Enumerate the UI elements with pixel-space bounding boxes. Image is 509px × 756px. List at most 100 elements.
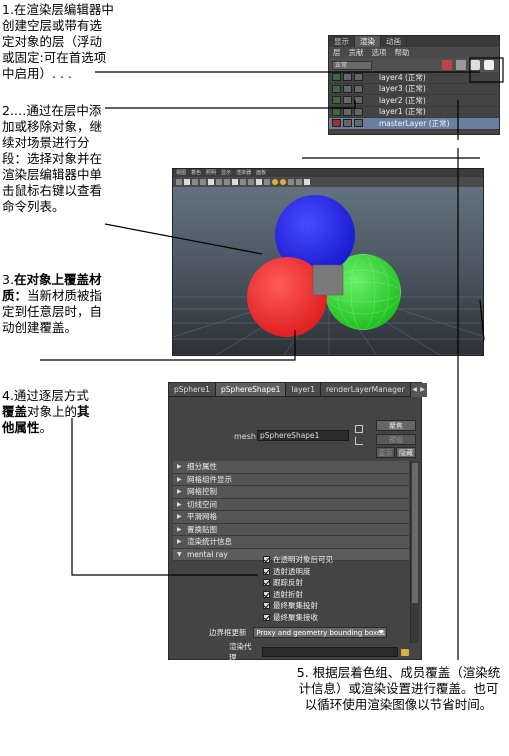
recycle-icon[interactable] <box>343 73 352 82</box>
create-layer-selected-icon[interactable] <box>484 60 494 70</box>
vp-menu-view[interactable]: 视图 <box>176 169 186 177</box>
resolution-gate-icon[interactable] <box>216 179 222 185</box>
render-settings-icon[interactable] <box>354 107 363 116</box>
tab-animation[interactable]: 动画 <box>381 36 407 47</box>
shadow-icon[interactable] <box>280 179 286 185</box>
tab-left-arrow-icon[interactable]: ◀ <box>410 383 419 397</box>
recycle-icon[interactable] <box>343 84 352 93</box>
render-proxy-field[interactable] <box>262 647 398 657</box>
go-to-output-icon[interactable] <box>355 437 363 445</box>
isolate-icon[interactable] <box>264 179 270 185</box>
viewport-toolbar <box>173 177 483 187</box>
tab-psphere1[interactable]: pSphere1 <box>169 383 216 396</box>
checkbox[interactable] <box>263 556 270 564</box>
option-label: 最终聚集投射 <box>273 601 318 611</box>
render-settings-icon[interactable] <box>354 96 363 105</box>
checkbox[interactable] <box>263 567 270 575</box>
menu-options[interactable]: 选项 <box>372 47 387 58</box>
tab-psphereshape1[interactable]: pSphereShape1 <box>215 383 287 396</box>
tab-display[interactable]: 显示 <box>329 36 355 47</box>
render-toggle-icon[interactable] <box>332 119 341 128</box>
menu-help[interactable]: 帮助 <box>395 47 410 58</box>
mr-option-row: 透射折射 <box>173 589 409 601</box>
vp-menu-renderer[interactable]: 渲染器 <box>236 169 251 177</box>
grid-icon[interactable] <box>200 179 206 185</box>
checkbox[interactable] <box>263 590 270 598</box>
render-toggle-icon[interactable] <box>332 84 341 93</box>
section-mesh-controls[interactable]: ▶ 网格控制 <box>173 486 409 499</box>
layer-tool-icon[interactable] <box>456 60 466 70</box>
bookmark-icon[interactable] <box>192 179 198 185</box>
show-button[interactable]: 显示 <box>376 447 395 458</box>
render-toggle-icon[interactable] <box>332 107 341 116</box>
recycle-icon[interactable] <box>343 119 352 128</box>
hud-icon[interactable] <box>288 179 294 185</box>
checkbox[interactable] <box>263 613 270 621</box>
presets-button[interactable]: 预设 <box>376 434 416 445</box>
recycle-icon[interactable] <box>343 107 352 116</box>
folder-icon[interactable] <box>400 648 409 656</box>
vp-menu-panels[interactable]: 面板 <box>256 169 266 177</box>
focus-button[interactable]: 聚焦 <box>376 420 416 431</box>
layer-tool-icon[interactable] <box>442 60 452 70</box>
tab-renderlayermanager[interactable]: renderLayerManager <box>321 383 411 396</box>
layer-row[interactable]: layer1 (正常) <box>329 107 499 118</box>
section-tangent-space[interactable]: ▶ 切线空间 <box>173 498 409 511</box>
frame-icon[interactable] <box>184 179 190 185</box>
vp-menu-lighting[interactable]: 照明 <box>206 169 216 177</box>
render-settings-icon[interactable] <box>354 73 363 82</box>
texture-icon[interactable] <box>248 179 254 185</box>
menu-layers[interactable]: 层 <box>333 47 341 58</box>
light-icon[interactable] <box>272 179 278 185</box>
3d-viewport[interactable]: 视图 着色 照明 显示 渲染器 面板 <box>172 168 484 356</box>
note-segment-scene: 2.…通过在层中添加或移除对象，继续对场景进行分段：选择对象并在渲染层编辑器中单… <box>2 103 103 214</box>
layer-mode-dropdown[interactable]: 正常 <box>332 60 372 70</box>
tab-right-arrow-icon[interactable]: ▶ <box>418 383 427 397</box>
checkbox[interactable] <box>263 579 270 587</box>
camera-attr-icon[interactable] <box>296 179 302 185</box>
film-gate-icon[interactable] <box>208 179 214 185</box>
tab-render[interactable]: 渲染 <box>355 36 381 47</box>
recycle-icon[interactable] <box>343 96 352 105</box>
layer-row[interactable]: layer3 (正常) <box>329 84 499 95</box>
focus-node-icon[interactable] <box>355 425 363 433</box>
section-displacement-map[interactable]: ▶ 置换贴图 <box>173 523 409 536</box>
layer-name: layer4 (正常) <box>379 72 426 82</box>
wireframe-icon[interactable] <box>232 179 238 185</box>
option-label: 最终聚集接收 <box>273 612 318 622</box>
scrollbar-thumb[interactable] <box>412 463 418 603</box>
expand-arrow-icon: ▶ <box>177 488 182 496</box>
layer-row[interactable]: layer4 (正常) <box>329 72 499 84</box>
layer-row[interactable]: layer2 (正常) <box>329 95 499 107</box>
attr-editor-header: mesh: pSphereShape1 聚焦 预设 显示 隐藏 <box>169 397 421 459</box>
tab-layer1[interactable]: layer1 <box>286 383 322 396</box>
render-toggle-icon[interactable] <box>332 96 341 105</box>
create-empty-layer-icon[interactable] <box>470 60 480 70</box>
note4-b: 覆盖 <box>2 404 28 419</box>
section-subdivision[interactable]: ▶ 细分属性 <box>173 461 409 474</box>
chevron-down-icon: ▼ <box>378 629 384 636</box>
option-label: 透射折射 <box>273 589 303 599</box>
smooth-shade-icon[interactable] <box>240 179 246 185</box>
vp-menu-show[interactable]: 显示 <box>221 169 231 177</box>
camera-icon[interactable] <box>176 179 182 185</box>
hide-button[interactable]: 隐藏 <box>396 447 416 458</box>
attr-scrollbar[interactable] <box>410 461 419 643</box>
render-toggle-icon[interactable] <box>332 73 341 82</box>
checkbox[interactable] <box>263 602 270 610</box>
layer-row-master[interactable]: masterLayer (正常) <box>329 118 499 130</box>
render-view-icon[interactable] <box>304 179 310 185</box>
section-smooth-mesh[interactable]: ▶ 平滑网格 <box>173 511 409 524</box>
menu-contribution[interactable]: 贡献 <box>349 47 364 58</box>
section-component-display[interactable]: ▶ 网格组件显示 <box>173 473 409 486</box>
render-settings-icon[interactable] <box>354 119 363 128</box>
vp-menu-shading[interactable]: 着色 <box>191 169 201 177</box>
mesh-name-field[interactable]: pSphereShape1 <box>257 430 349 441</box>
bbox-update-select[interactable]: Proxy and geometry bounding boxes ▼ <box>252 627 387 638</box>
xray-icon[interactable] <box>256 179 262 185</box>
mr-option-row: 透射透明度 <box>173 566 409 578</box>
render-settings-icon[interactable] <box>354 84 363 93</box>
section-render-stats[interactable]: ▶ 渲染统计信息 <box>173 536 409 549</box>
section-label: 网格控制 <box>187 487 217 497</box>
safe-action-icon[interactable] <box>224 179 230 185</box>
